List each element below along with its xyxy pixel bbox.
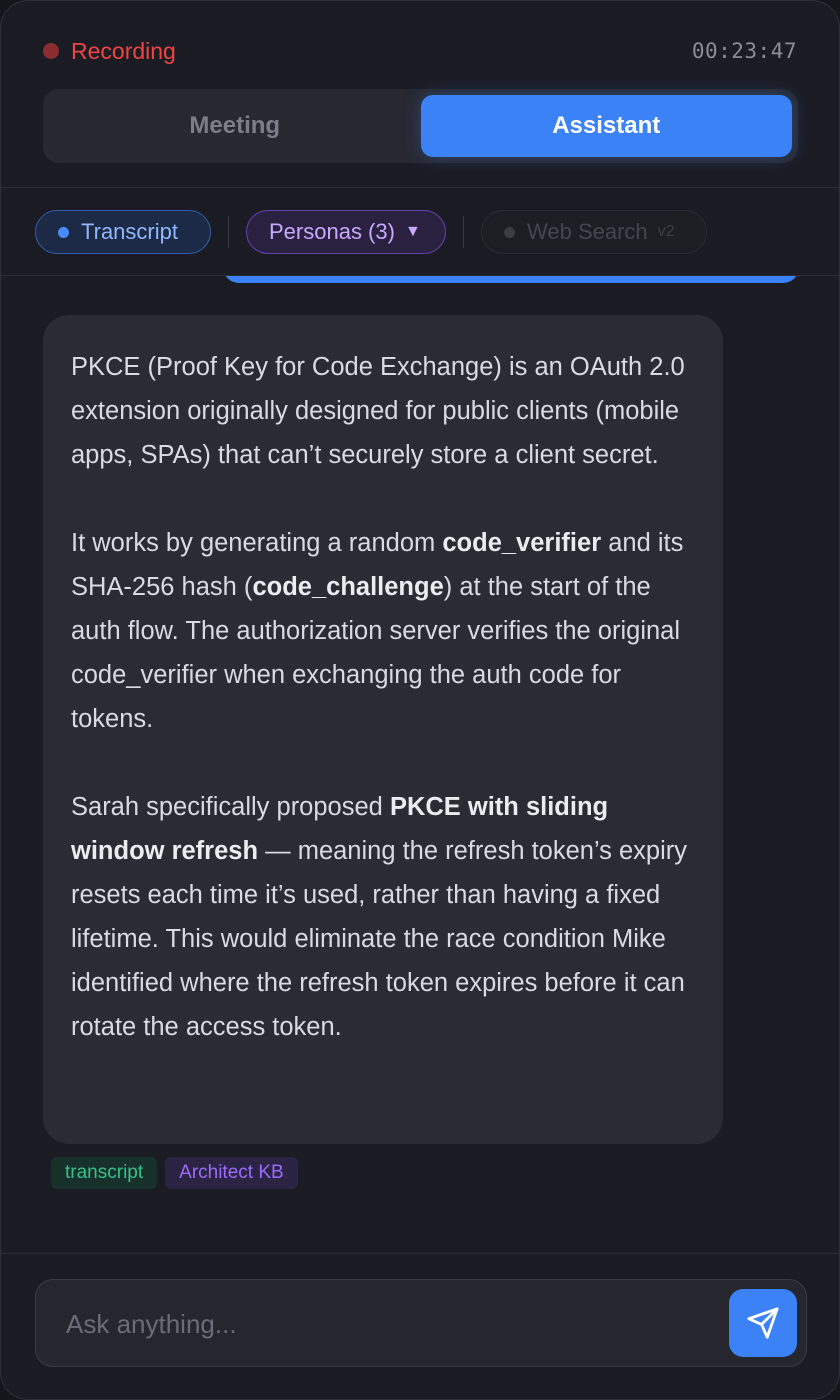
recording-timer: 00:23:47 (691, 39, 797, 63)
message-paragraph: It works by generating a random code_ver… (71, 521, 695, 741)
filter-transcript-label: Transcript (81, 219, 178, 244)
chip-separator (228, 216, 229, 248)
chip-separator (463, 216, 464, 248)
message-text: — meaning the refresh token’s expiry res… (71, 837, 688, 1041)
send-button[interactable] (729, 1289, 797, 1357)
composer-divider (1, 1253, 839, 1254)
web-search-version-badge: v2 (657, 223, 675, 240)
recording-indicator: Recording (43, 38, 176, 65)
message-sources: transcript Architect KB (51, 1157, 298, 1189)
transcript-dot-icon (58, 226, 69, 238)
message-text: Sarah specifically proposed (71, 793, 390, 821)
filter-web-search-label: Web Search (527, 219, 648, 244)
source-tag-architect-kb[interactable]: Architect KB (165, 1157, 298, 1189)
header-divider (1, 187, 839, 188)
ask-input[interactable] (64, 1280, 708, 1368)
recording-label: Recording (71, 37, 176, 64)
source-tag-transcript[interactable]: transcript (51, 1157, 158, 1189)
message-bold-text: code_verifier (442, 529, 602, 557)
tab-meeting[interactable]: Meeting (49, 95, 421, 157)
caret-down-icon: ▼ (404, 223, 421, 240)
send-icon (747, 1307, 779, 1339)
filter-personas-label: Personas (3) (269, 219, 395, 244)
tab-assistant[interactable]: Assistant (420, 95, 792, 157)
composer (35, 1279, 807, 1368)
message-bold-text: code_challenge (252, 573, 444, 601)
web-search-dot-icon (504, 226, 515, 238)
filters-divider (1, 275, 839, 276)
message-text: It works by generating a random (71, 529, 443, 557)
filter-web-search-chip[interactable]: Web Search v2 (481, 210, 707, 254)
context-filters: Transcript Personas (3) ▼ Web Search v2 (35, 209, 707, 255)
mode-tabs: Meeting Assistant (43, 89, 798, 163)
message-paragraph: Sarah specifically proposed PKCE with sl… (71, 785, 695, 1049)
message-paragraph: PKCE (Proof Key for Code Exchange) is an… (71, 353, 685, 469)
assistant-message: PKCE (Proof Key for Code Exchange) is an… (43, 315, 723, 1144)
filter-transcript-chip[interactable]: Transcript (35, 210, 211, 254)
filter-personas-dropdown[interactable]: Personas (3) ▼ (246, 210, 446, 254)
assistant-panel: Recording 00:23:47 Meeting Assistant Tra… (0, 0, 840, 1400)
recording-dot-icon (43, 43, 59, 59)
status-bar: Recording 00:23:47 (43, 31, 797, 71)
